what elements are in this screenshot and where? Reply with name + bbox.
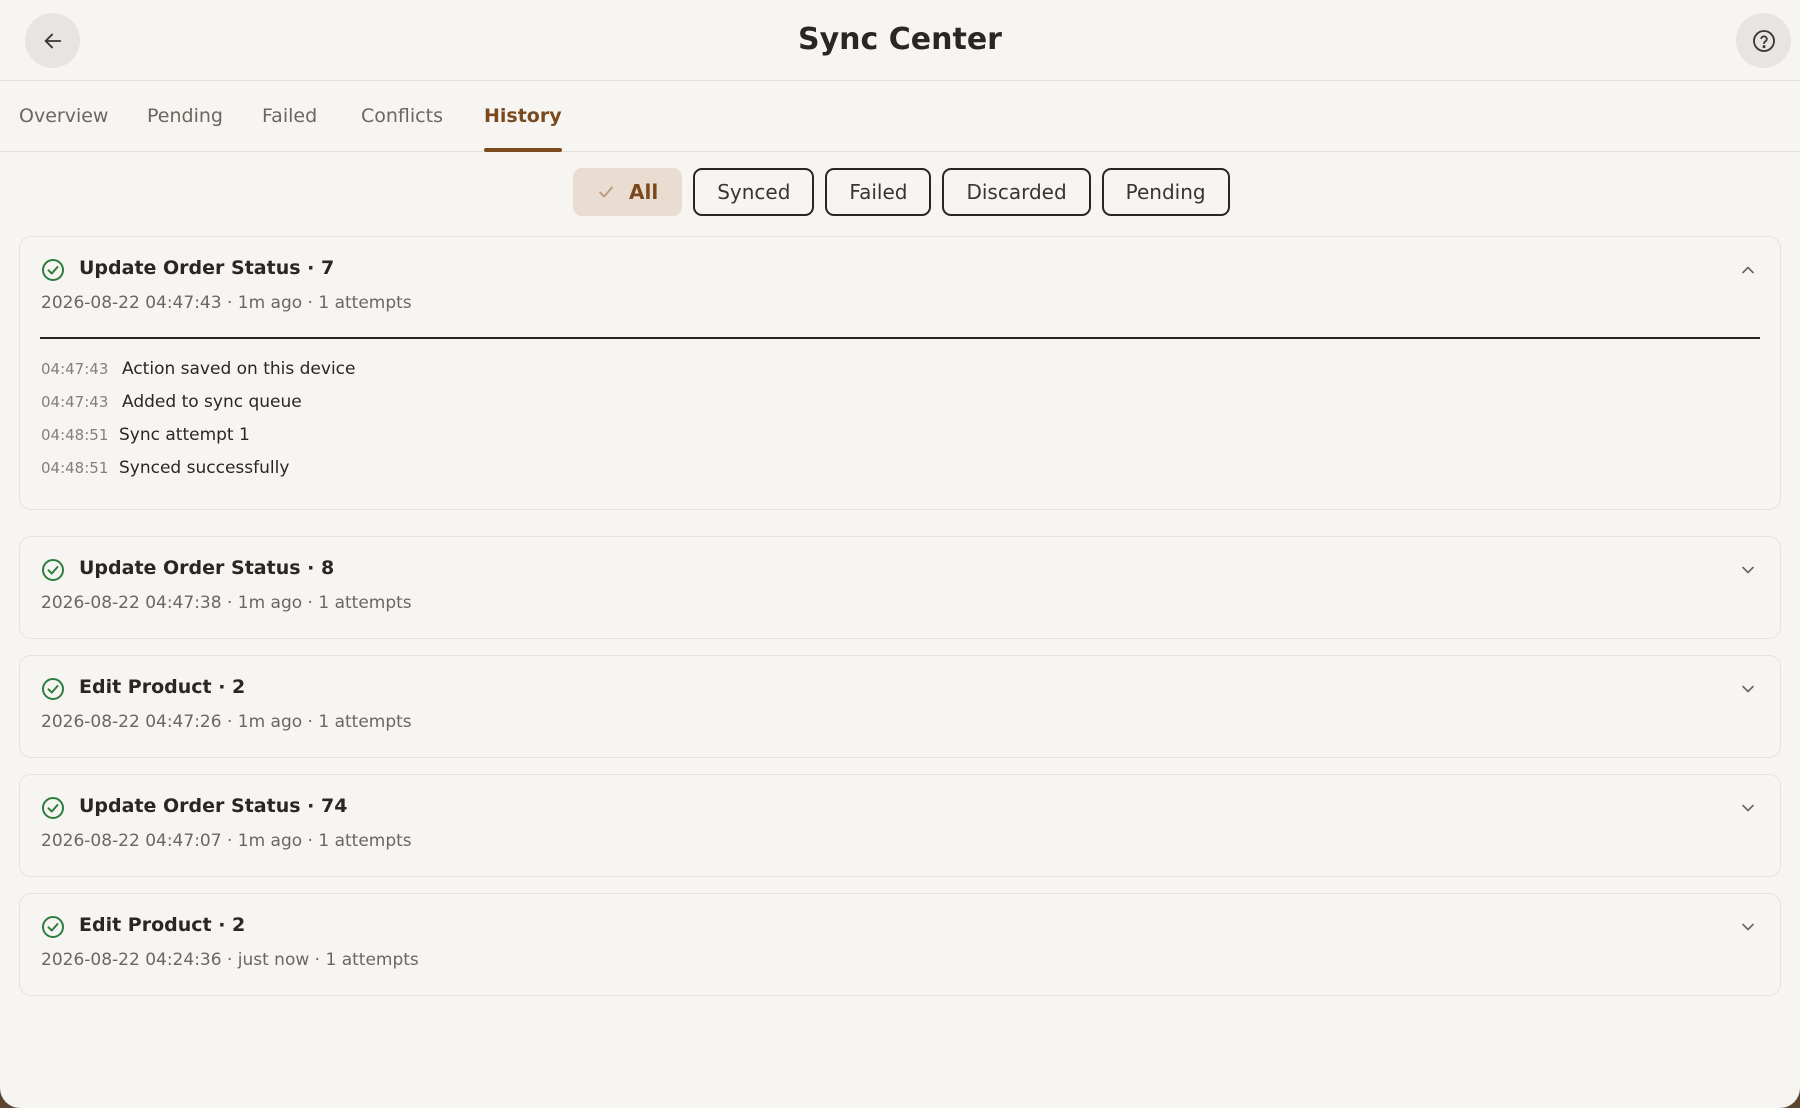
filter-synced-chip[interactable]: Synced [693, 168, 815, 216]
timeline-event: 04:48:51 Sync attempt 1 [41, 425, 1759, 458]
tab-pending[interactable]: Pending [147, 81, 223, 151]
chevron-down-icon[interactable] [1738, 798, 1758, 818]
page-title: Sync Center [798, 22, 1002, 57]
history-item-card[interactable]: Update Order Status · 8 2026-08-22 04:47… [19, 536, 1781, 639]
history-item-header[interactable]: Edit Product · 2 2026-08-22 04:24:36 · j… [20, 894, 1780, 994]
history-item-card[interactable]: Edit Product · 2 2026-08-22 04:47:26 · 1… [19, 655, 1781, 758]
event-time: 04:47:43 [41, 393, 109, 411]
tab-overview[interactable]: Overview [19, 81, 108, 151]
history-item-title: Update Order Status · 8 [79, 557, 335, 579]
event-text: Action saved on this device [122, 359, 356, 379]
history-item-card[interactable]: Update Order Status · 74 2026-08-22 04:4… [19, 774, 1781, 877]
event-time: 04:47:43 [41, 360, 109, 378]
filter-chips: All Synced Failed Discarded Pending [573, 168, 1230, 218]
history-item-header[interactable]: Update Order Status · 74 2026-08-22 04:4… [20, 775, 1780, 875]
event-text: Added to sync queue [122, 392, 302, 412]
back-button[interactable] [25, 13, 80, 68]
timeline-event: 04:47:43 Action saved on this device [41, 359, 1759, 392]
chevron-down-icon[interactable] [1738, 917, 1758, 937]
filter-all-chip[interactable]: All [573, 168, 683, 216]
tab-conflicts[interactable]: Conflicts [361, 81, 443, 151]
check-circle-icon [42, 559, 64, 581]
tab-bar: Overview Pending Failed Conflicts Histor… [0, 81, 1800, 152]
event-timeline: 04:47:43 Action saved on this device 04:… [20, 339, 1780, 509]
event-text: Sync attempt 1 [119, 425, 250, 445]
arrow-left-icon [44, 33, 61, 48]
check-circle-icon [42, 916, 64, 938]
event-time: 04:48:51 [41, 426, 109, 444]
tab-failed[interactable]: Failed [262, 81, 317, 151]
check-icon [597, 183, 615, 201]
filter-pending-chip[interactable]: Pending [1101, 168, 1230, 216]
history-item-meta: 2026-08-22 04:24:36 · just now · 1 attem… [41, 950, 419, 970]
history-item-title: Edit Product · 2 [79, 676, 246, 698]
tab-history[interactable]: History [484, 81, 562, 152]
history-item-meta: 2026-08-22 04:47:26 · 1m ago · 1 attempt… [41, 712, 412, 732]
history-item-meta: 2026-08-22 04:47:07 · 1m ago · 1 attempt… [41, 831, 412, 851]
history-item-title: Edit Product · 2 [79, 914, 246, 936]
chevron-up-icon[interactable] [1738, 260, 1758, 280]
timeline-event: 04:48:51 Synced successfully [41, 458, 1759, 491]
timeline-event: 04:47:43 Added to sync queue [41, 392, 1759, 425]
history-item-header[interactable]: Update Order Status · 7 2026-08-22 04:47… [20, 237, 1780, 337]
history-item-card[interactable]: Edit Product · 2 2026-08-22 04:24:36 · j… [19, 893, 1781, 996]
history-item-title: Update Order Status · 7 [79, 257, 335, 279]
history-item-card: Update Order Status · 7 2026-08-22 04:47… [19, 236, 1781, 510]
filter-all-label: All [629, 180, 659, 204]
history-item-title: Update Order Status · 74 [79, 795, 348, 817]
sync-center-window: Sync Center Overview Pending Failed Conf… [0, 0, 1800, 1108]
check-circle-icon [42, 259, 64, 281]
check-circle-icon [42, 678, 64, 700]
history-item-meta: 2026-08-22 04:47:43 · 1m ago · 1 attempt… [41, 293, 412, 313]
event-time: 04:48:51 [41, 459, 109, 477]
help-button[interactable] [1736, 13, 1791, 68]
chevron-down-icon[interactable] [1738, 560, 1758, 580]
chevron-down-icon[interactable] [1738, 679, 1758, 699]
history-item-meta: 2026-08-22 04:47:38 · 1m ago · 1 attempt… [41, 593, 412, 613]
filter-failed-chip[interactable]: Failed [825, 168, 932, 216]
filter-discarded-chip[interactable]: Discarded [942, 168, 1091, 216]
history-item-header[interactable]: Update Order Status · 8 2026-08-22 04:47… [20, 537, 1780, 637]
help-circle-icon [1752, 29, 1775, 52]
header: Sync Center [0, 0, 1800, 81]
event-text: Synced successfully [119, 458, 290, 478]
history-item-header[interactable]: Edit Product · 2 2026-08-22 04:47:26 · 1… [20, 656, 1780, 756]
check-circle-icon [42, 797, 64, 819]
